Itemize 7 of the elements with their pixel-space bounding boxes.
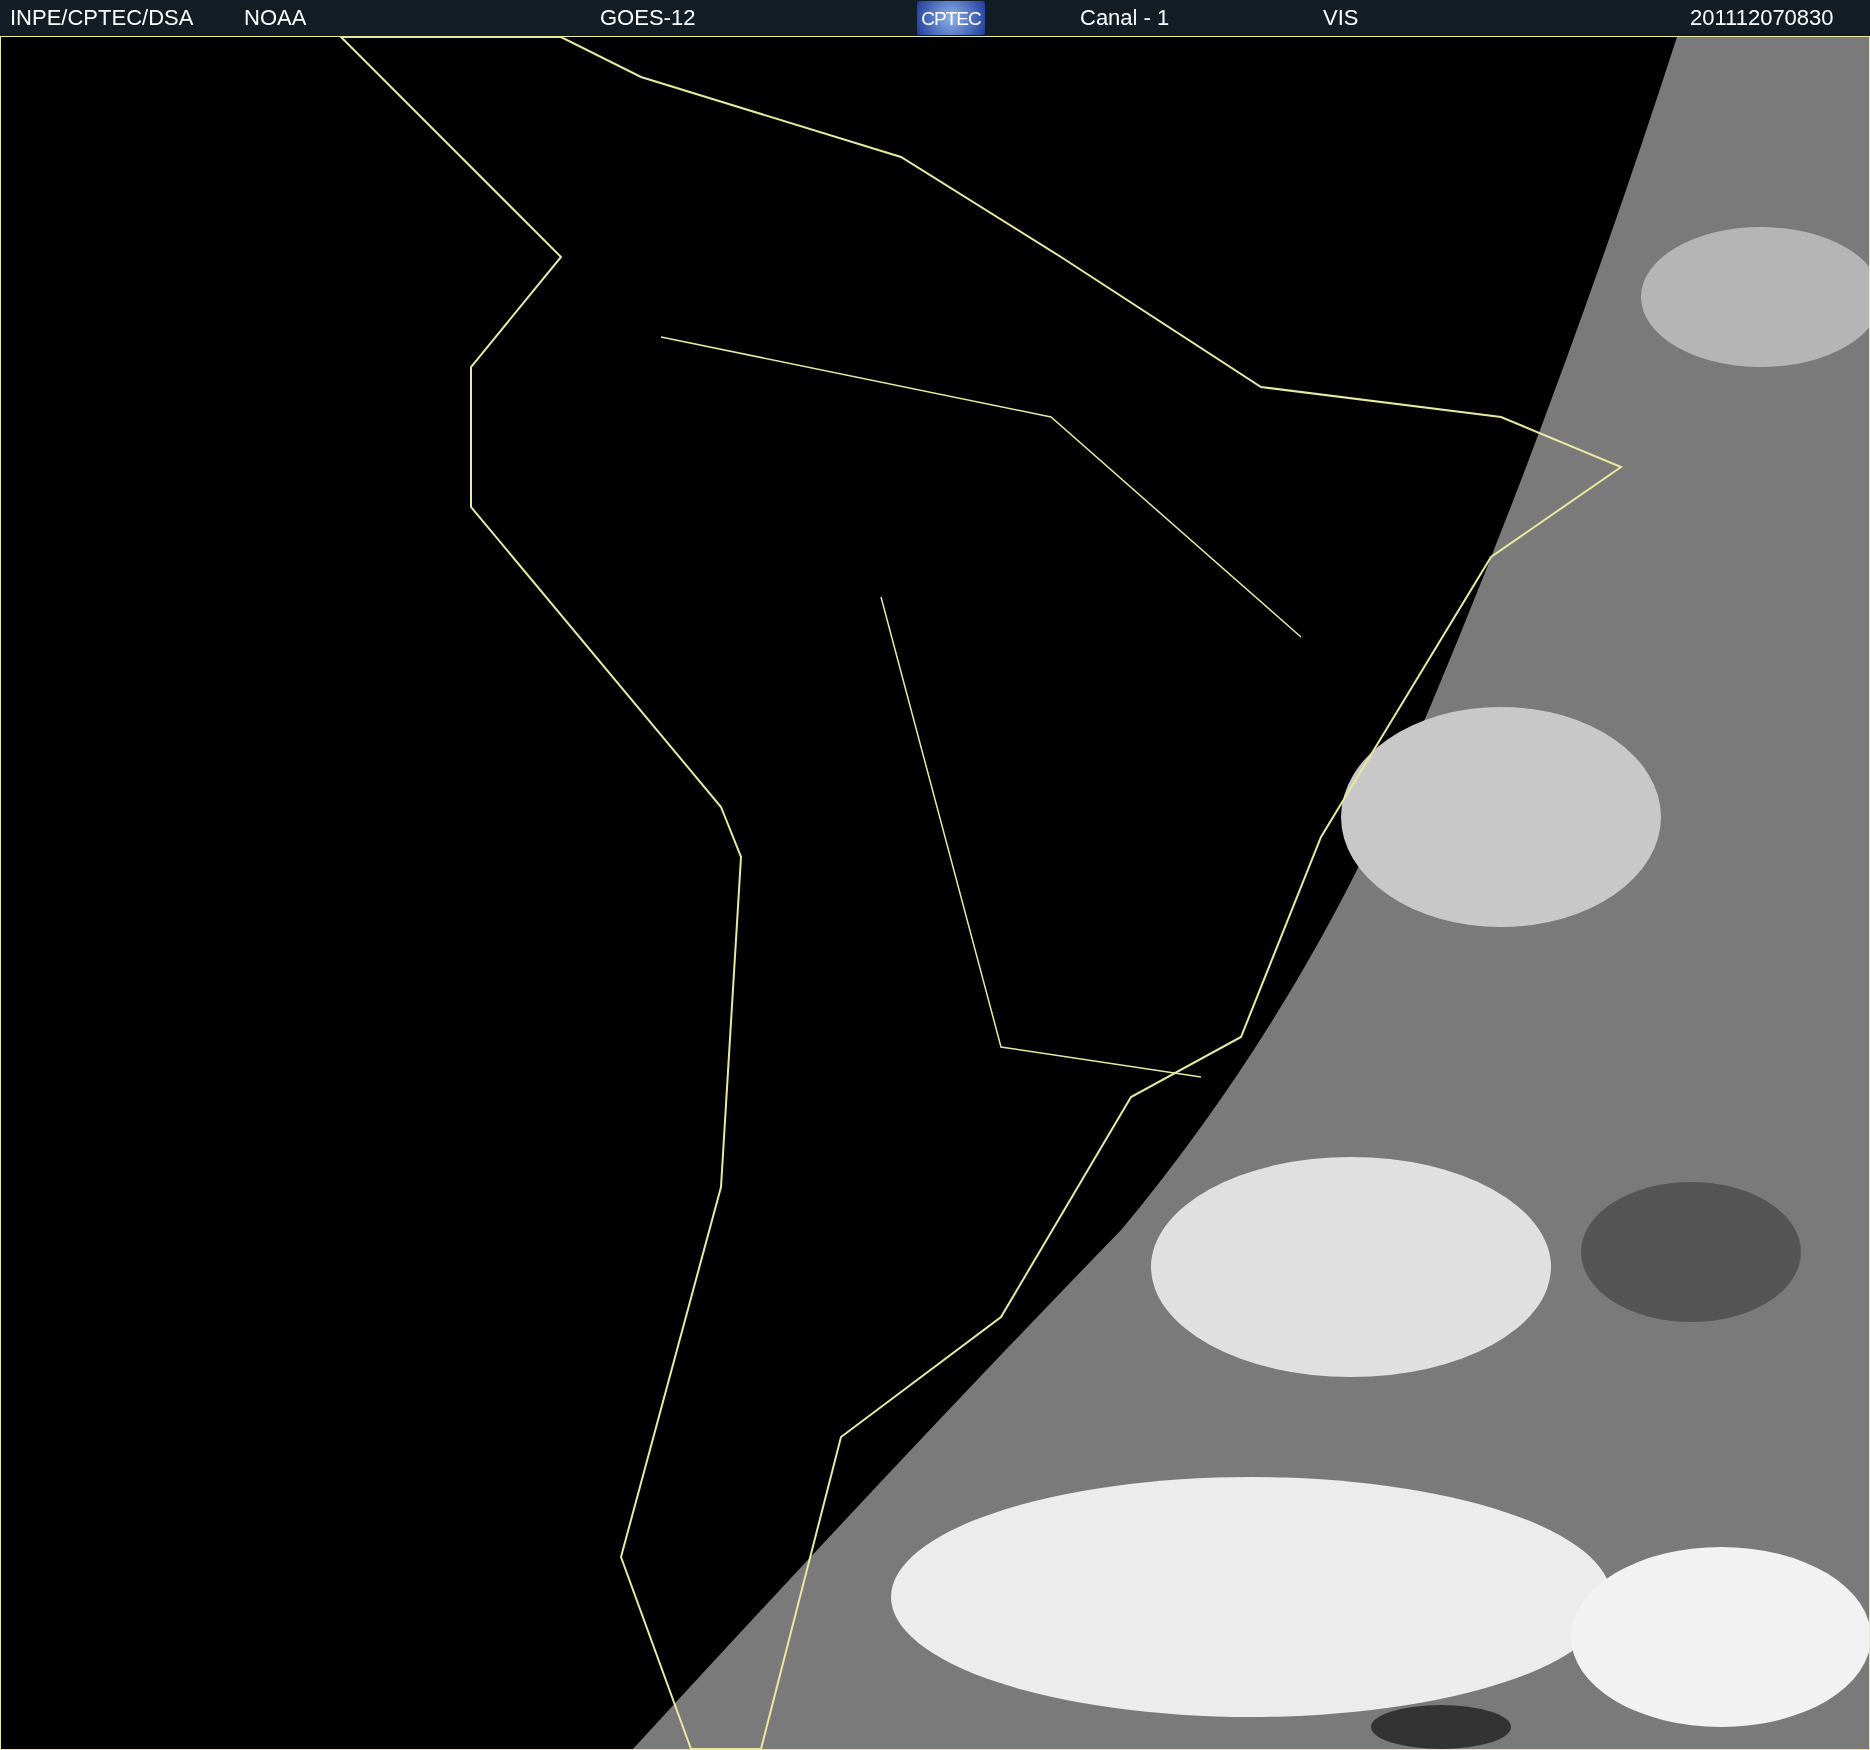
satellite-label: GOES-12	[600, 5, 696, 31]
band-label: VIS	[1323, 5, 1359, 31]
logo: CPTEC	[917, 1, 985, 35]
source-label: INPE/CPTEC/DSA	[10, 5, 194, 31]
channel-label: Canal - 1	[1080, 5, 1170, 31]
timestamp-label: 201112070830	[1690, 5, 1834, 31]
agency-label: NOAA	[244, 5, 307, 31]
